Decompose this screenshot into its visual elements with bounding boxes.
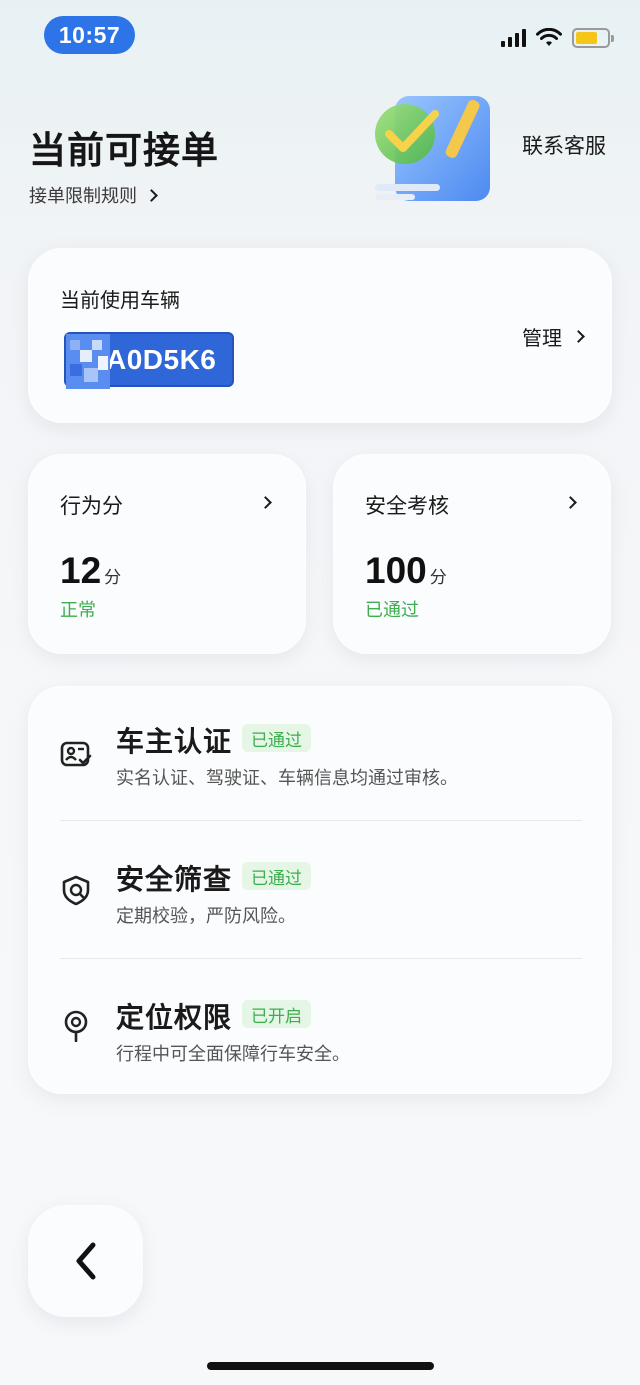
behavior-score-card[interactable]: 行为分 12 分 正常 [28, 454, 306, 654]
chevron-left-icon [76, 1242, 95, 1280]
owner-certification-desc: 实名认证、驾驶证、车辆信息均通过审核。 [116, 768, 458, 789]
order-rules-link[interactable]: 接单限制规则 [29, 182, 158, 208]
status-icons [501, 26, 614, 50]
cellular-signal-icon [501, 29, 526, 47]
behavior-score-number: 12 [60, 550, 102, 591]
safety-assessment-card[interactable]: 安全考核 100 分 已通过 [333, 454, 611, 654]
status-badge: 已开启 [242, 1000, 311, 1028]
divider [60, 820, 582, 821]
back-button[interactable] [28, 1205, 143, 1317]
safety-assessment-value: 100 分 [365, 550, 447, 592]
battery-icon [572, 28, 614, 48]
chevron-right-icon [259, 496, 272, 509]
shield-check-icon [62, 875, 90, 906]
owner-certification-item[interactable]: 车主认证 已通过 实名认证、驾驶证、车辆信息均通过审核。 [28, 686, 612, 824]
certification-card: 车主认证 已通过 实名认证、驾驶证、车辆信息均通过审核。 安全筛查 已通过 定期… [28, 686, 612, 1094]
chevron-right-icon [564, 496, 577, 509]
wifi-icon [536, 28, 562, 46]
id-card-check-icon [60, 741, 92, 767]
behavior-score-unit: 分 [104, 568, 122, 588]
chevron-right-icon [145, 188, 158, 202]
manage-label: 管理 [522, 326, 562, 350]
contact-support-button[interactable]: 联系客服 [522, 130, 606, 160]
status-badge: 已通过 [242, 862, 311, 890]
safety-screening-item[interactable]: 安全筛查 已通过 定期校验，严防风险。 [28, 824, 612, 962]
behavior-score-title: 行为分 [60, 494, 123, 518]
checklist-illustration-icon [375, 96, 490, 201]
safety-screening-title: 安全筛查 [116, 863, 233, 896]
manage-vehicle-button[interactable]: 管理 [522, 322, 585, 351]
location-pin-icon [64, 1010, 88, 1042]
status-bar: 10:57 [0, 0, 640, 70]
location-permission-desc: 行程中可全面保障行车安全。 [116, 1044, 350, 1065]
safety-assessment-title: 安全考核 [365, 494, 449, 518]
behavior-score-value: 12 分 [60, 550, 121, 592]
owner-certification-title: 车主认证 [116, 725, 233, 758]
safety-assessment-number: 100 [365, 550, 427, 591]
safety-assessment-status: 已通过 [365, 600, 419, 621]
order-rules-label: 接单限制规则 [29, 186, 137, 207]
vehicle-label: 当前使用车辆 [60, 288, 180, 312]
safety-screening-desc: 定期校验，严防风险。 [116, 906, 296, 927]
home-indicator[interactable] [207, 1362, 434, 1370]
plate-number: A0D5K6 [106, 343, 217, 375]
status-badge: 已通过 [242, 724, 311, 752]
behavior-score-status: 正常 [60, 600, 96, 621]
safety-assessment-unit: 分 [429, 568, 447, 588]
divider [60, 958, 582, 959]
license-plate: A0D5K6 [64, 332, 234, 389]
page-title: 当前可接单 [29, 129, 219, 172]
chevron-right-icon [572, 330, 585, 343]
plate-mosaic-icon [66, 334, 110, 389]
vehicle-card: 当前使用车辆 A0D5K6 管理 [28, 248, 612, 423]
location-permission-title: 定位权限 [116, 1001, 233, 1034]
status-time: 10:57 [44, 16, 135, 54]
location-permission-item[interactable]: 定位权限 已开启 行程中可全面保障行车安全。 [28, 962, 612, 1100]
